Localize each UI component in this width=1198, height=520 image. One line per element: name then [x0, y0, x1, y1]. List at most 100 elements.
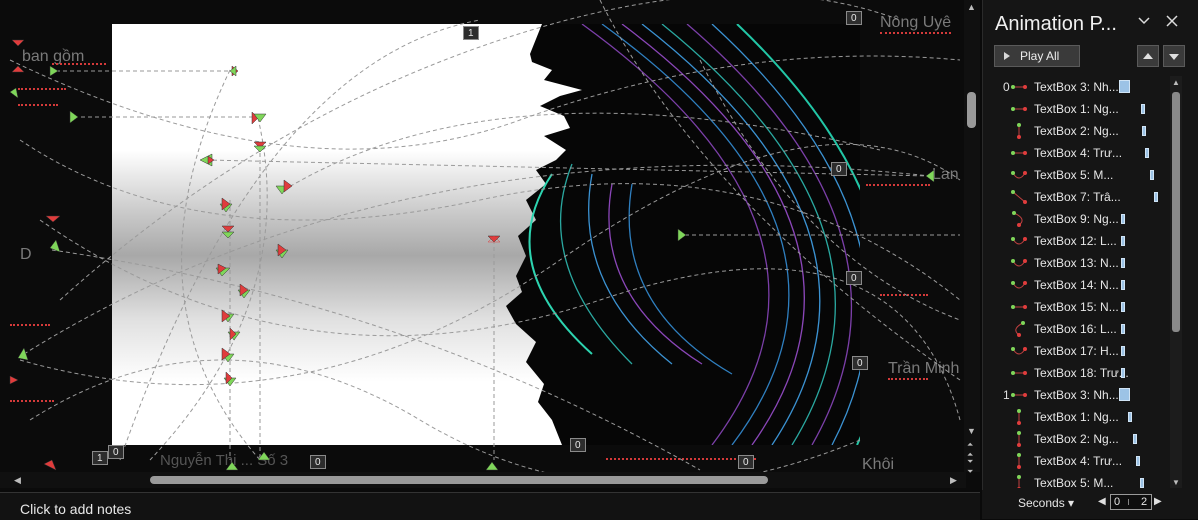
scroll-right-arrow-icon[interactable]: ▶ [950, 475, 957, 486]
animation-marker[interactable]: 0 [108, 445, 124, 459]
animation-timing-bar[interactable] [1121, 346, 1125, 356]
animation-item-label: TextBox 13: N... [1034, 256, 1119, 270]
animation-list-item[interactable]: TextBox 2: Ng... [991, 428, 1169, 450]
pane-footer: Seconds ▾ ◀ 0 ı 2 ▶ [982, 490, 1198, 519]
animation-list[interactable]: 0 TextBox 3: Nh... TextBox 1: Ng... TextBox… [991, 76, 1169, 488]
animation-list-item[interactable]: TextBox 1: Ng... [991, 406, 1169, 428]
pane-scroll-up-icon[interactable]: ▲ [1172, 78, 1180, 87]
timeline-left-icon[interactable]: ◀ [1098, 496, 1106, 507]
motion-path-icon [1015, 321, 1025, 337]
animation-timing-bar[interactable] [1128, 412, 1132, 422]
chevron-down-icon[interactable] [1137, 14, 1151, 31]
motion-path-icon [1011, 151, 1027, 155]
chevron-down-icon: ▾ [1068, 496, 1075, 510]
animation-timing-bar[interactable] [1121, 302, 1125, 312]
animation-timing-bar[interactable] [1121, 214, 1125, 224]
animation-timing-bar[interactable] [1121, 324, 1125, 334]
animation-timing-bar[interactable] [1119, 80, 1130, 93]
animation-list-item[interactable]: TextBox 12: L... [991, 230, 1169, 252]
arrow-up-icon [1143, 53, 1153, 59]
motion-path-icon [1011, 281, 1027, 289]
slide-editor[interactable]: Nông Uyê ban gồm Lan D Trần Minh Khôi Ng… [0, 0, 980, 490]
seconds-label: Seconds [1018, 496, 1065, 510]
animation-list-item[interactable]: 1 TextBox 3: Nh... [991, 384, 1169, 406]
motion-path-icon [1011, 190, 1027, 204]
animation-list-item[interactable]: TextBox 13: N... [991, 252, 1169, 274]
animation-list-item[interactable]: TextBox 14: N... [991, 274, 1169, 296]
notes-pane[interactable]: Click to add notes [0, 492, 980, 520]
animation-marker[interactable]: 0 [570, 438, 586, 452]
play-all-button[interactable]: Play All [994, 45, 1080, 67]
pane-scroll-down-icon[interactable]: ▼ [1172, 478, 1180, 487]
animation-list-item[interactable]: TextBox 2: Ng... [991, 120, 1169, 142]
animation-timing-bar[interactable] [1136, 456, 1140, 466]
animation-timing-bar[interactable] [1121, 368, 1125, 378]
motion-path-icon [1011, 305, 1027, 309]
pane-vertical-scroll-thumb[interactable] [1172, 92, 1180, 332]
animation-timing-bar[interactable] [1133, 434, 1137, 444]
animation-marker[interactable]: 1 [92, 451, 108, 465]
arrow-down-icon [1169, 54, 1179, 60]
animation-list-item[interactable]: TextBox 16: L... [991, 318, 1169, 340]
animation-item-label: TextBox 16: L... [1034, 322, 1117, 336]
animation-timing-bar[interactable] [1140, 478, 1144, 488]
motion-path-icon [1011, 107, 1027, 111]
move-earlier-button[interactable] [1137, 45, 1159, 67]
animation-list-item[interactable]: TextBox 15: N... [991, 296, 1169, 318]
animation-marker[interactable]: 0 [310, 455, 326, 469]
animation-list-item[interactable]: TextBox 5: M... [991, 164, 1169, 186]
play-icon [1004, 52, 1010, 60]
animation-timing-bar[interactable] [1121, 236, 1125, 246]
animation-marker[interactable]: 0 [738, 455, 754, 469]
animation-timing-bar[interactable] [1154, 192, 1158, 202]
animation-list-item[interactable]: 0 TextBox 3: Nh... [991, 76, 1169, 98]
animation-timing-bar[interactable] [1142, 126, 1146, 136]
animation-timing-bar[interactable] [1121, 258, 1125, 268]
animation-list-item[interactable]: TextBox 18: Trư... [991, 362, 1169, 384]
animation-item-label: TextBox 1: Ng... [1034, 102, 1119, 116]
animation-list-item[interactable]: TextBox 1: Ng... [991, 98, 1169, 120]
motion-path-icon [1011, 85, 1027, 89]
animation-item-label: TextBox 2: Ng... [1034, 124, 1119, 138]
animation-item-label: TextBox 4: Trư... [1034, 146, 1123, 160]
animation-list-item[interactable]: TextBox 7: Trâ... [991, 186, 1169, 208]
animation-timing-bar[interactable] [1121, 280, 1125, 290]
scroll-left-arrow-icon[interactable]: ◀ [14, 475, 21, 486]
animation-timing-bar[interactable] [1150, 170, 1154, 180]
animation-timing-bar[interactable] [1145, 148, 1149, 158]
timeline-right-icon[interactable]: ▶ [1154, 496, 1162, 507]
animation-item-label: TextBox 3: Nh... [1034, 80, 1119, 94]
animation-marker[interactable]: 0 [846, 11, 862, 25]
animation-marker[interactable]: 0 [852, 356, 868, 370]
animation-order-number: 1 [1003, 388, 1010, 402]
timeline-tick: ı [1127, 496, 1131, 508]
next-slide-icon[interactable]: ⏷ ⏷ [967, 457, 973, 477]
timeline-end: 2 [1141, 496, 1148, 508]
move-later-button[interactable] [1163, 45, 1185, 67]
scroll-down-arrow-icon[interactable]: ▼ [967, 426, 976, 436]
scroll-up-arrow-icon[interactable]: ▲ [967, 2, 976, 12]
seconds-dropdown[interactable]: Seconds ▾ [1018, 496, 1074, 510]
editor-vertical-scroll-thumb[interactable] [967, 92, 976, 128]
close-icon[interactable] [1165, 14, 1179, 31]
animation-list-item[interactable]: TextBox 4: Trư... [991, 142, 1169, 164]
motion-path-icon [1011, 371, 1027, 375]
notes-placeholder[interactable]: Click to add notes [20, 501, 131, 517]
timeline-ruler[interactable]: 0 ı 2 [1110, 494, 1152, 510]
animation-marker[interactable]: 1 [463, 26, 479, 40]
animation-list-item[interactable]: TextBox 9: Ng... [991, 208, 1169, 230]
animation-list-item[interactable]: TextBox 4: Trư... [991, 450, 1169, 472]
editor-horizontal-scroll-thumb[interactable] [150, 476, 768, 484]
animation-timing-bar[interactable] [1141, 104, 1145, 114]
motion-path-overlay[interactable] [0, 0, 980, 490]
animation-list-item[interactable]: TextBox 17: H... [991, 340, 1169, 362]
animation-marker[interactable]: 0 [846, 271, 862, 285]
animation-timing-bar[interactable] [1119, 388, 1130, 401]
animation-marker[interactable]: 0 [831, 162, 847, 176]
animation-item-label: TextBox 1: Ng... [1034, 410, 1119, 424]
animation-item-label: TextBox 14: N... [1034, 278, 1119, 292]
animation-list-item[interactable]: TextBox 5: M... [991, 472, 1169, 488]
timeline-start: 0 [1114, 496, 1121, 508]
motion-path-icon [1011, 347, 1027, 355]
editor-vertical-scrollbar[interactable] [964, 0, 980, 472]
